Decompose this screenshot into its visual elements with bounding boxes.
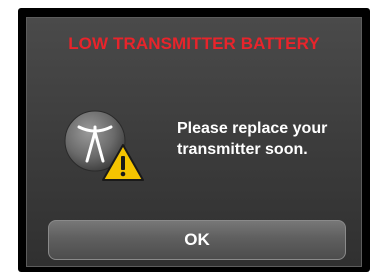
message-line-1: Please replace your xyxy=(177,120,328,137)
dialog-message: Please replace your transmitter soon. xyxy=(177,118,357,160)
alert-dialog: LOW TRANSMITTER BATTERY Please replace y… xyxy=(26,17,362,267)
ok-button[interactable]: OK xyxy=(48,220,346,260)
warning-triangle-icon xyxy=(102,144,144,181)
dialog-title: LOW TRANSMITTER BATTERY xyxy=(68,34,320,53)
alert-icon-group xyxy=(63,105,153,185)
device-screen: LOW TRANSMITTER BATTERY Please replace y… xyxy=(18,8,370,272)
message-line-2: transmitter soon. xyxy=(177,141,308,158)
